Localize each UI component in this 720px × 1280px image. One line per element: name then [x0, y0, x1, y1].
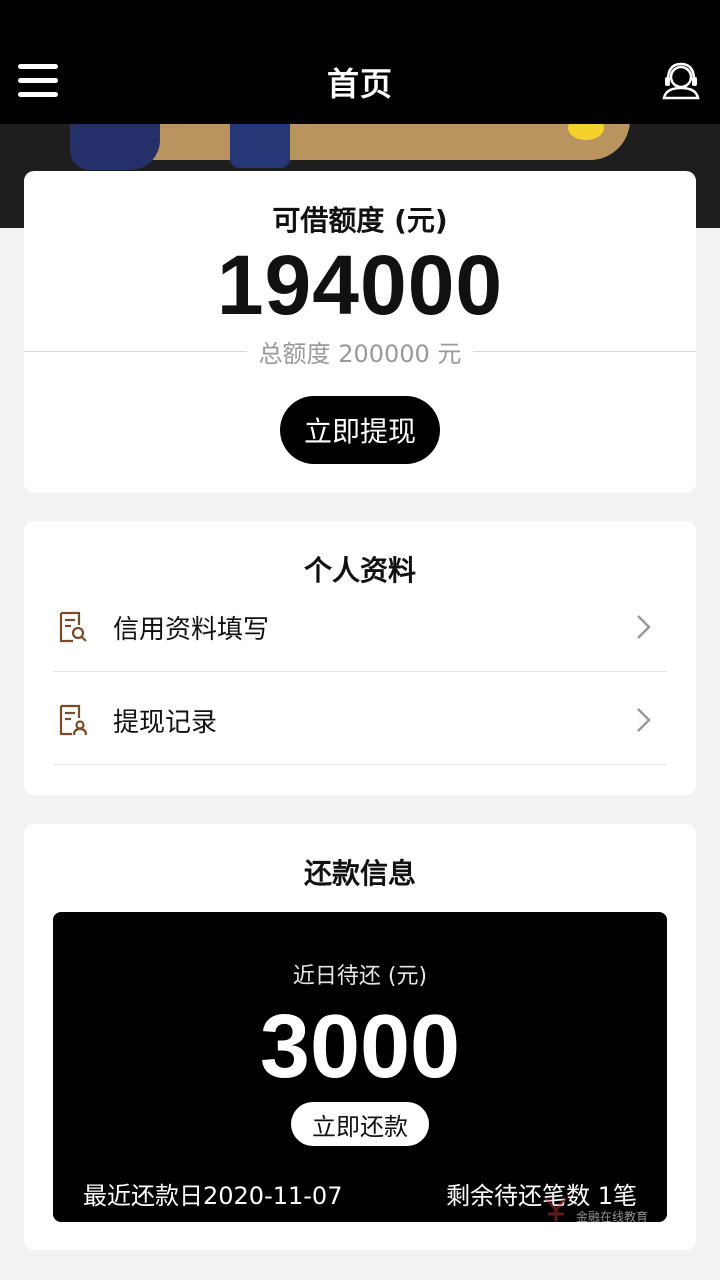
due-amount: 3000	[259, 997, 461, 1097]
credit-card: 可借额度 (元) 194000 总额度 200000 元 立即提现	[24, 171, 696, 493]
repayment-section-title: 还款信息	[303, 857, 416, 890]
watermark-text: 金融在线教育	[576, 1210, 649, 1224]
document-search-icon	[59, 611, 87, 643]
repay-now-button[interactable]: 立即还款	[291, 1102, 429, 1146]
last-repayment-date: 最近还款日2020-11-07	[83, 1182, 343, 1210]
watermark-logo-icon	[544, 1197, 568, 1222]
available-credit-label: 可借额度 (元)	[272, 204, 448, 237]
due-amount-label: 近日待还 (元)	[292, 964, 428, 989]
list-item-label: 信用资料填写	[113, 615, 270, 645]
divider	[473, 350, 696, 352]
watermark: 金融在线教育	[542, 1192, 672, 1226]
list-item-credit-info[interactable]: 信用资料填写	[53, 579, 667, 672]
profile-card: 个人资料 信用资料填写 提现记录	[24, 521, 696, 795]
chevron-right-icon	[637, 615, 651, 639]
hamburger-menu-icon[interactable]	[18, 60, 58, 100]
repayment-card: 还款信息 近日待还 (元) 3000 立即还款 最近还款日2020-11-07 …	[24, 824, 696, 1250]
repayment-summary-box: 近日待还 (元) 3000 立即还款 最近还款日2020-11-07 剩余待还笔…	[53, 912, 667, 1222]
list-item-label: 提现记录	[113, 708, 218, 738]
divider	[24, 350, 247, 352]
customer-service-icon[interactable]	[660, 60, 702, 102]
status-bar	[0, 0, 720, 40]
total-credit-row: 总额度 200000 元	[24, 331, 696, 371]
available-credit-amount: 194000	[216, 238, 504, 332]
top-navbar: 首页	[0, 40, 720, 124]
total-credit-text: 总额度 200000 元	[258, 339, 462, 368]
list-item-withdraw-records[interactable]: 提现记录	[53, 672, 667, 765]
chevron-right-icon	[637, 708, 651, 732]
withdraw-button[interactable]: 立即提现	[280, 396, 440, 464]
document-person-icon	[59, 704, 88, 736]
page-title: 首页	[326, 65, 393, 103]
